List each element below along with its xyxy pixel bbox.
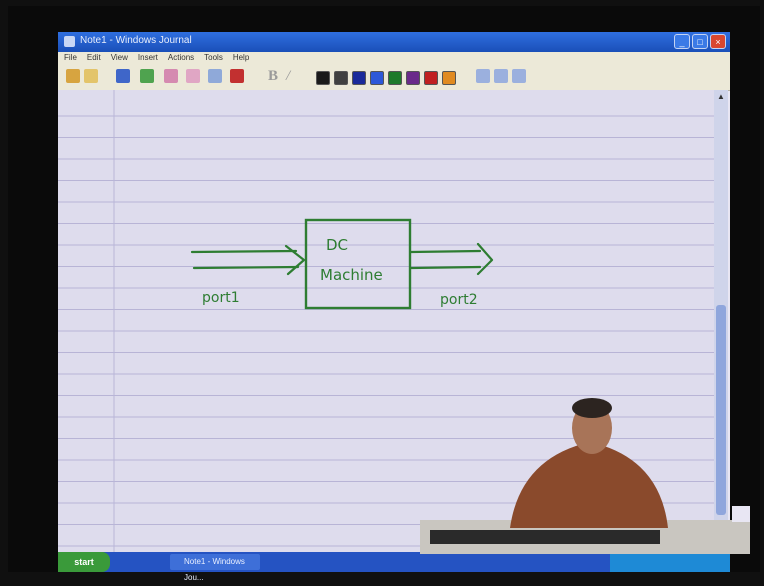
- color-swatch-orange[interactable]: [442, 71, 456, 85]
- flag-icon[interactable]: [230, 69, 244, 83]
- menu-actions[interactable]: Actions: [168, 52, 194, 64]
- color-swatch-green[interactable]: [388, 71, 402, 85]
- tablet-device: [430, 530, 660, 544]
- close-button[interactable]: ×: [710, 34, 726, 49]
- pen-tool-icon[interactable]: [116, 69, 130, 83]
- handwritten-diagram: DC Machine port1 port2: [190, 218, 494, 310]
- block-label-line1: DC: [326, 236, 348, 254]
- start-button[interactable]: start: [58, 552, 110, 572]
- title-bar[interactable]: Note1 - Windows Journal _ □ ×: [58, 32, 730, 52]
- eraser-icon[interactable]: [164, 69, 178, 83]
- block-label-line2: Machine: [320, 266, 383, 284]
- lasso-select-icon[interactable]: [186, 69, 200, 83]
- output-arrow-line-upper: [409, 249, 482, 254]
- toolbar: B /: [58, 64, 730, 91]
- presenter-video-overlay: [420, 398, 750, 554]
- window-controls: _ □ ×: [674, 34, 726, 49]
- zoom-in-icon[interactable]: [494, 69, 508, 83]
- pointer-icon[interactable]: [476, 69, 490, 83]
- presenter-hair: [572, 398, 612, 418]
- dc-machine-block: [304, 218, 412, 310]
- color-swatch-gray[interactable]: [334, 71, 348, 85]
- open-folder-icon[interactable]: [84, 69, 98, 83]
- port1-label: port1: [202, 290, 240, 306]
- journal-app-icon: [64, 36, 75, 47]
- port2-label: port2: [440, 292, 478, 308]
- insert-space-icon[interactable]: [208, 69, 222, 83]
- input-arrow-line-lower: [192, 265, 300, 270]
- window-title: Note1 - Windows Journal: [80, 35, 192, 46]
- menu-file[interactable]: File: [64, 52, 77, 64]
- menu-bar: File Edit View Insert Actions Tools Help: [58, 52, 730, 64]
- input-arrow-line-upper: [190, 249, 298, 254]
- color-swatch-purple[interactable]: [406, 71, 420, 85]
- color-swatch-red[interactable]: [424, 71, 438, 85]
- output-arrowhead: [476, 242, 494, 276]
- highlighter-icon[interactable]: [140, 69, 154, 83]
- presenter-body: [510, 442, 668, 528]
- italic-button[interactable]: /: [286, 68, 290, 85]
- color-swatch-navy[interactable]: [352, 71, 366, 85]
- minimize-button[interactable]: _: [674, 34, 690, 49]
- color-swatch-blue[interactable]: [370, 71, 384, 85]
- output-arrow-line-lower: [409, 265, 482, 270]
- video-corner-panel: [732, 506, 750, 522]
- menu-edit[interactable]: Edit: [87, 52, 101, 64]
- scroll-up-icon[interactable]: ▲: [716, 92, 726, 102]
- new-note-icon[interactable]: [66, 69, 80, 83]
- zoom-out-icon[interactable]: [512, 69, 526, 83]
- menu-help[interactable]: Help: [233, 52, 249, 64]
- menu-insert[interactable]: Insert: [138, 52, 158, 64]
- color-swatch-black[interactable]: [316, 71, 330, 85]
- menu-tools[interactable]: Tools: [204, 52, 223, 64]
- maximize-button[interactable]: □: [692, 34, 708, 49]
- bold-button[interactable]: B: [268, 68, 278, 85]
- taskbar-journal-item[interactable]: Note1 - Windows Jou...: [170, 554, 260, 582]
- menu-view[interactable]: View: [111, 52, 128, 64]
